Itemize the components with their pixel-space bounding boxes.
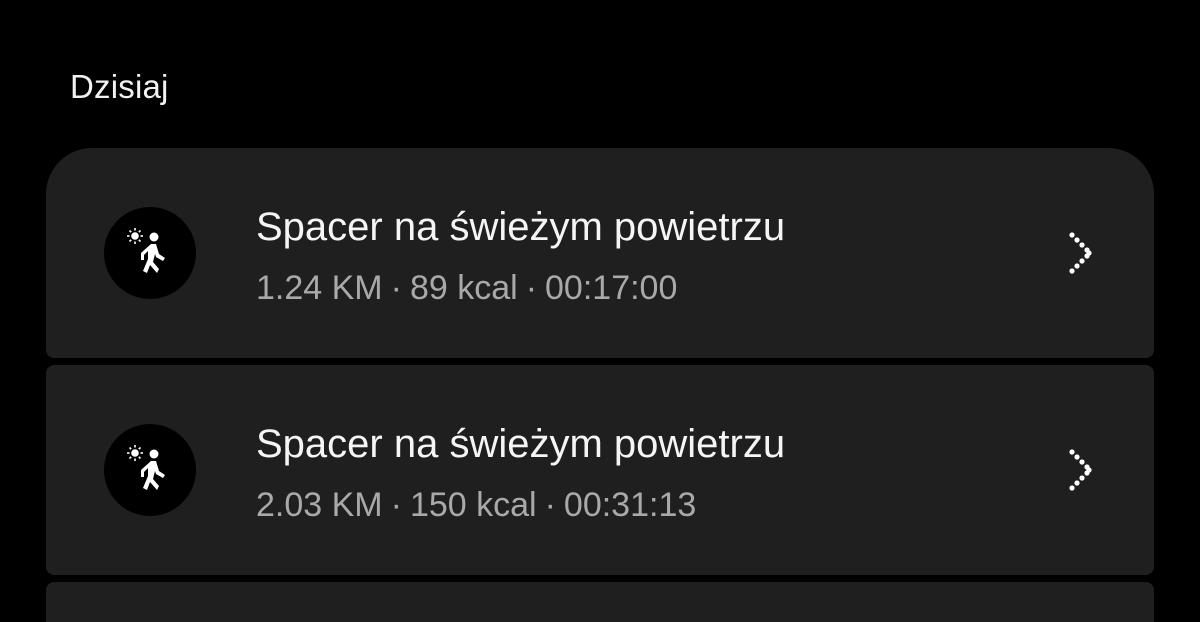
separator-dot: ·	[525, 269, 538, 307]
activity-duration: 00:17:00	[545, 269, 678, 307]
outdoor-walk-icon	[104, 424, 196, 516]
activity-stats: 1.24 KM · 89 kcal · 00:17:00	[256, 269, 677, 308]
activity-card[interactable]: Spacer na świeżym powietrzu 2.03 KM · 150 …	[46, 365, 1154, 575]
separator-dot: ·	[544, 486, 556, 524]
chevron-right-icon	[1066, 447, 1096, 493]
activity-stats: 2.03 KM · 150 kcal · 00:31:13	[256, 486, 696, 525]
activity-distance: 1.24 KM	[256, 269, 383, 307]
chevron-right-icon	[1066, 230, 1096, 276]
outdoor-walk-icon	[104, 207, 196, 299]
activity-card-partial[interactable]	[46, 582, 1154, 622]
activity-calories: 89 kcal	[409, 269, 518, 307]
activity-title: Spacer na świeżym powietrzu	[256, 205, 786, 249]
activity-duration: 00:31:13	[563, 486, 697, 524]
activity-list: Spacer na świeżym powietrzu 1.24 KM · 89 k…	[46, 148, 1154, 622]
section-header-today: Dzisiaj	[70, 68, 169, 105]
activity-calories: 150 kcal	[409, 486, 537, 524]
activity-title: Spacer na świeżym powietrzu	[256, 422, 786, 466]
screen: Dzisiaj Spacer na świeżym powietrzu 1.24…	[0, 0, 1200, 622]
separator-dot: ·	[390, 486, 402, 524]
activity-card[interactable]: Spacer na świeżym powietrzu 1.24 KM · 89 k…	[46, 148, 1154, 358]
separator-dot: ·	[390, 269, 402, 307]
activity-distance: 2.03 KM	[256, 486, 383, 524]
